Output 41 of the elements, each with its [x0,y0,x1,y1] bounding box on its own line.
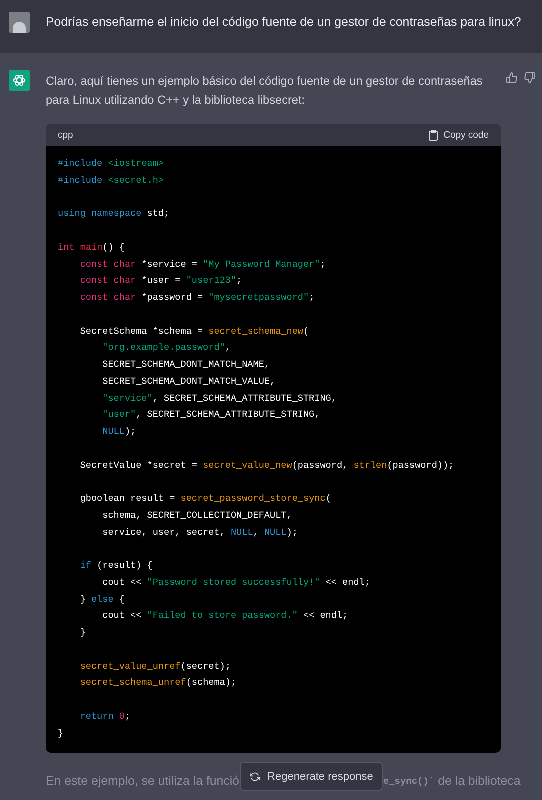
code-line: SECRET_SCHEMA_DONT_MATCH_VALUE, [102,374,276,389]
thumbs-up-icon[interactable] [506,72,518,84]
code-line: "service", SECRET_SCHEMA_ATTRIBUTE_STRING, [102,392,337,406]
code-line: const char *user = "user123"; [79,274,242,288]
response-text: En este ejemplo, se utiliza la funció [46,774,240,788]
code-line: SECRET_SCHEMA_DONT_MATCH_NAME, [102,358,270,372]
code-line: secret_value_unref(secret); [79,660,231,674]
code-line: service, user, secret, NULL, NULL); [102,526,298,540]
clipboard-icon [428,130,438,140]
response-text: de la biblioteca [437,774,521,788]
copy-code-button[interactable]: Copy code [428,130,489,140]
code-line: const char *password = "mysecretpassword"; [79,291,315,305]
code-line: if (result) { [79,559,153,573]
code-line: } else { [79,592,125,606]
regenerate-button[interactable]: Regenerate response [240,762,384,792]
assistant-message: Claro, aquí tienes un ejemplo básico del código fuente de un gestor de contraseñas para Linux utilizando C++ y la biblioteca libsecret: [46,73,484,109]
inline-code: e_sync()` [383,776,435,787]
user-avatar [9,12,30,33]
code-line: secret_schema_unref(schema); [79,676,237,690]
code-line: int main() { [58,240,125,255]
code-line: NULL); [102,425,136,439]
refresh-icon [250,772,260,782]
code-line: schema, SECRET_COLLECTION_DEFAULT, [102,508,292,523]
thumbs-down-icon[interactable] [524,72,536,84]
code-line: "user", SECRET_SCHEMA_ATTRIBUTE_STRING, [102,408,320,422]
code-line: cout << "Failed to store password." << endl; [102,609,348,624]
code-line: return 0; [79,710,131,724]
code-line: #include <secret.h> [58,174,164,188]
code-line: gboolean result = secret_password_store_sync( [79,492,332,506]
code-line: using namespace std; [58,207,170,222]
code-line: SecretValue *secret = secret_value_new(password, strlen(password)); [79,458,454,472]
code-line: #include <iostream> [58,157,164,171]
code-line: } [79,626,86,640]
code-line: cout << "Password stored successfully!" << endl; [102,576,370,590]
assistant-logo-icon [9,70,30,91]
code-line: const char *service = "My Password Manager"; [79,258,326,272]
code-line: } [58,726,64,740]
user-message: Podrías enseñarme el inicio del código fuente de un gestor de contraseñas para linux? [46,15,522,31]
code-line: SecretSchema *schema = secret_schema_new( [79,324,310,338]
code-language: cpp [58,130,74,140]
code-line: "org.example.password", [102,341,231,356]
